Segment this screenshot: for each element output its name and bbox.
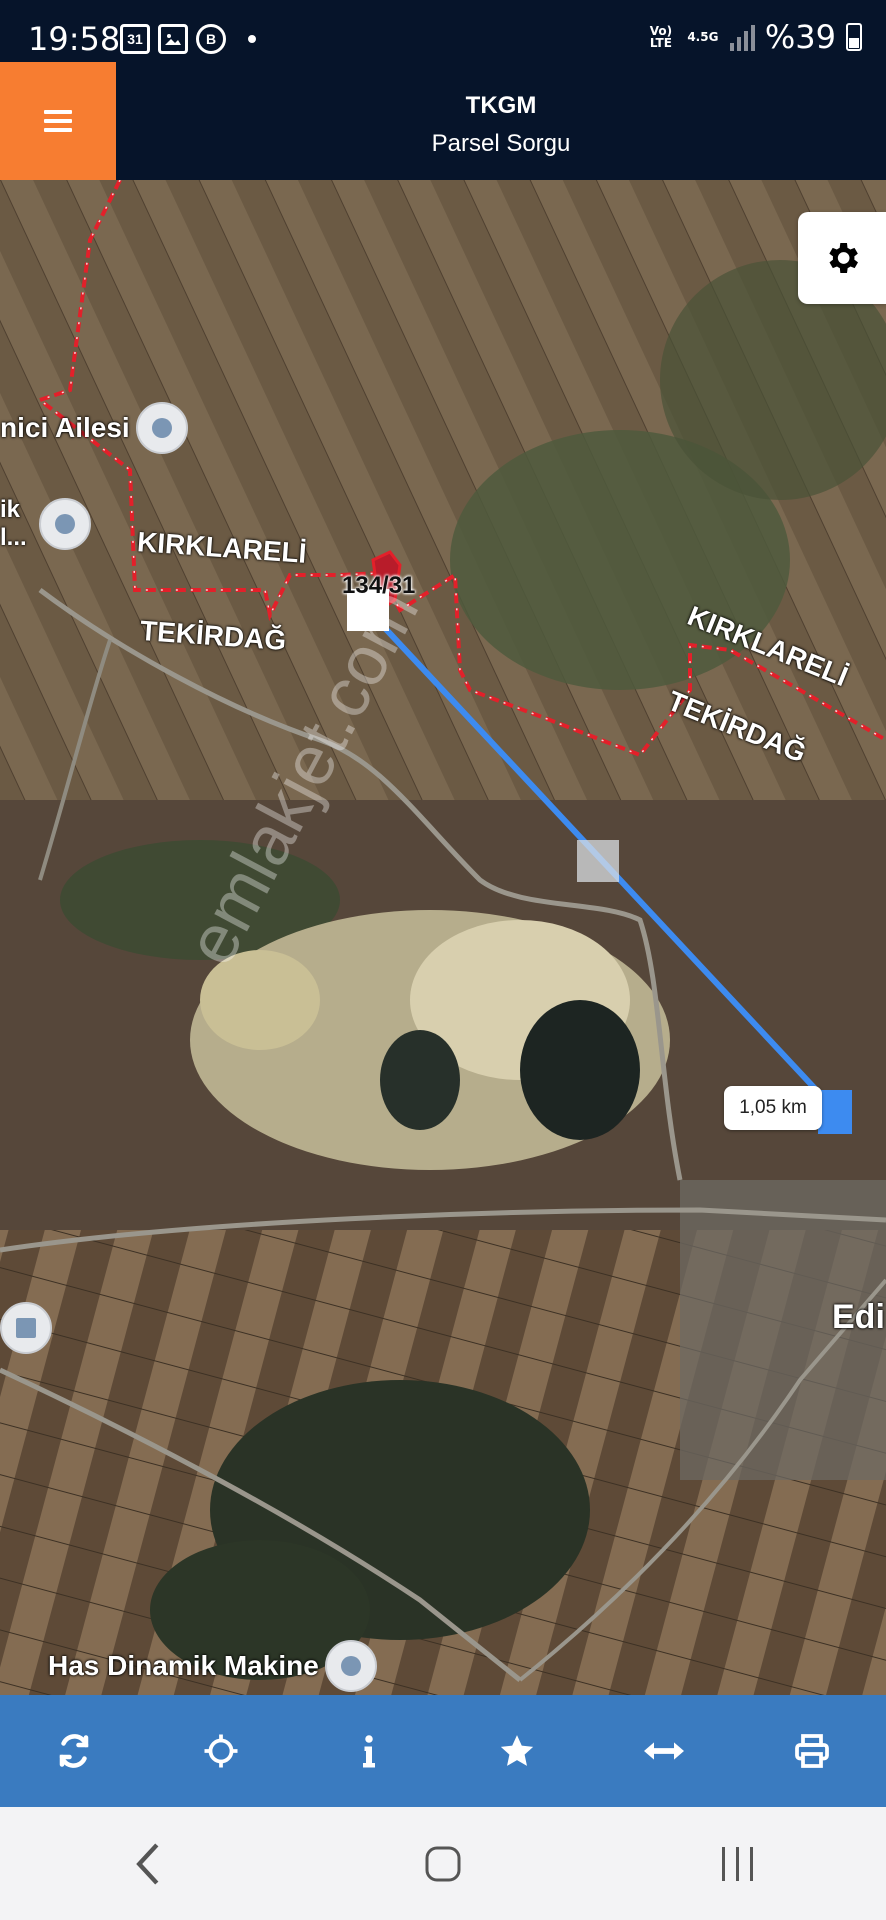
menu-button[interactable]: [0, 62, 116, 180]
header-subtitle: Parsel Sorgu: [431, 130, 571, 157]
network-type-indicator: 4.5G: [687, 30, 719, 44]
poi-has-dinamik[interactable]: Has Dinamik Makine: [48, 1640, 377, 1692]
poi-west[interactable]: ik l...: [0, 496, 91, 552]
measure-button[interactable]: [619, 1706, 709, 1796]
refresh-icon: [59, 1734, 89, 1768]
gallery-icon: [158, 24, 188, 54]
measure-icon: [644, 1742, 685, 1760]
distance-badge: 1,05 km: [724, 1086, 822, 1130]
back-icon: [135, 1842, 159, 1885]
print-icon: [795, 1734, 829, 1768]
notification-dot-icon: [248, 35, 256, 43]
battery-percentage: %39: [764, 18, 836, 56]
status-notification-icons: 31 B: [120, 24, 256, 54]
b-app-icon: B: [196, 24, 226, 54]
favorite-button[interactable]: [472, 1706, 562, 1796]
place-pin-icon: [324, 1640, 377, 1692]
app-header: TKGM Parsel Sorgu: [0, 62, 886, 180]
info-icon: [363, 1735, 376, 1768]
refresh-button[interactable]: [29, 1706, 119, 1796]
home-button[interactable]: [383, 1824, 503, 1904]
back-button[interactable]: [88, 1824, 208, 1904]
museum-pin-icon: [0, 1302, 52, 1354]
battery-icon: [846, 23, 862, 51]
signal-strength-icon: [729, 23, 755, 51]
recents-button[interactable]: [678, 1824, 798, 1904]
hamburger-menu-icon: [44, 110, 72, 132]
poi-west-label-1: ik: [0, 496, 21, 523]
bottom-toolbar: [0, 1695, 886, 1807]
locate-button[interactable]: [176, 1706, 266, 1796]
settings-button[interactable]: [798, 212, 886, 304]
print-button[interactable]: [767, 1706, 857, 1796]
poi-museum[interactable]: [0, 1302, 52, 1354]
status-time: 19:58: [28, 20, 121, 58]
calendar-icon: 31: [120, 24, 150, 54]
place-pin-icon: [135, 402, 188, 454]
star-icon: [500, 1735, 533, 1766]
home-icon: [425, 1846, 461, 1881]
measure-end-marker: [818, 1090, 852, 1134]
place-pin-icon: [38, 498, 91, 550]
poi-west-label-2: l...: [0, 524, 27, 551]
system-nav-bar: [0, 1807, 886, 1920]
poi-family[interactable]: nici Ailesi: [0, 402, 188, 454]
locate-icon: [204, 1734, 238, 1768]
gear-icon: [829, 243, 858, 273]
status-bar: 19:58 31 B Vo) LTE 4.5G %39: [0, 0, 886, 62]
header-title: TKGM: [465, 92, 537, 119]
satellite-map[interactable]: KIRKLARELİ TEKİRDAĞ KIRKLARELİ TEKİRDAĞ …: [0, 180, 886, 1695]
status-system-icons: Vo) LTE 4.5G %39: [646, 18, 862, 56]
info-button[interactable]: [324, 1706, 414, 1796]
town-label: Edi: [832, 1298, 885, 1336]
recents-icon: [722, 1846, 754, 1881]
measure-mid-marker: [577, 840, 619, 882]
poi-has-dinamik-label: Has Dinamik Makine: [48, 1650, 319, 1681]
poi-family-label: nici Ailesi: [0, 412, 130, 443]
volte-indicator: Vo) LTE: [649, 24, 673, 50]
